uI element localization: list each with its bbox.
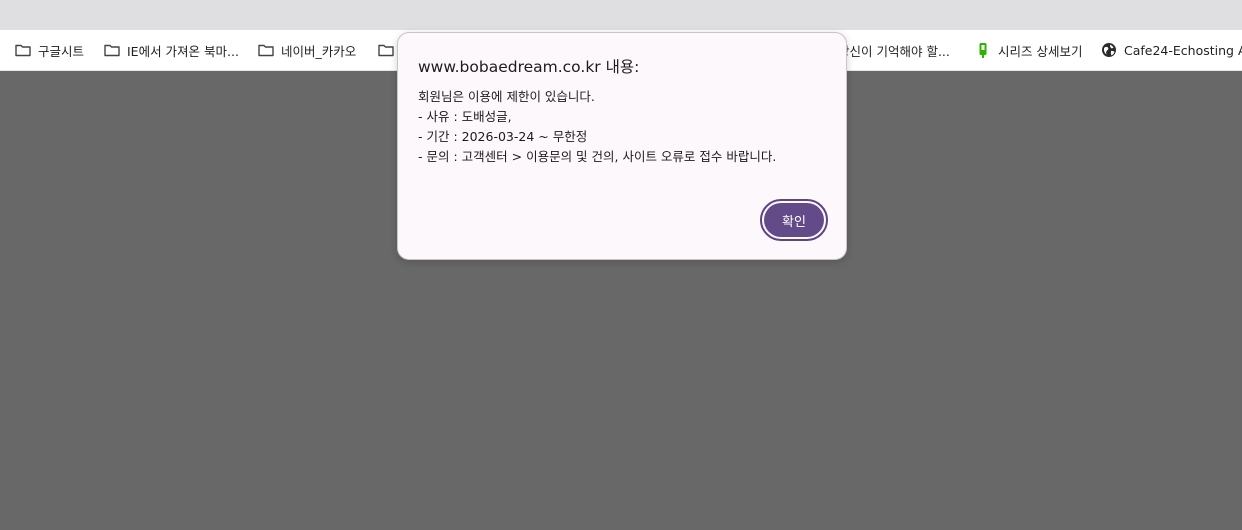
dialog-message-line: - 문의 : 고객센터 > 이용문의 및 건의, 사이트 오류로 접수 바랍니다… <box>418 149 777 164</box>
dialog-message-line: - 사유 : 도배성글, <box>418 109 512 124</box>
ok-button-focus-ring: 확인 <box>760 199 828 241</box>
bookmark-remember[interactable]: 당신이 기억해야 할... <box>838 30 950 70</box>
dialog-message-line: - 기간 : 2026-03-24 ~ 무한정 <box>418 129 588 144</box>
alert-dialog: www.bobaedream.co.kr 내용: 회원님은 이용에 제한이 있습… <box>397 32 847 260</box>
bookmark-series-detail[interactable]: 시리즈 상세보기 <box>974 30 1082 70</box>
dialog-message: 회원님은 이용에 제한이 있습니다. - 사유 : 도배성글, - 기간 : 2… <box>418 87 776 167</box>
dialog-title: www.bobaedream.co.kr 내용: <box>418 58 640 76</box>
folder-icon <box>103 41 121 59</box>
bookmark-folder-google-sheets[interactable]: 구글시트 <box>14 30 84 70</box>
bookmark-label: Cafe24-Echosting A... <box>1124 42 1242 58</box>
browser-tab-strip <box>0 0 1242 30</box>
ok-button[interactable]: 확인 <box>764 203 824 237</box>
series-icon <box>974 41 992 59</box>
folder-icon <box>377 41 395 59</box>
bookmark-label: 당신이 기억해야 할... <box>838 43 950 59</box>
bookmark-label: 구글시트 <box>38 43 85 59</box>
bookmark-folder-ie-imported[interactable]: IE에서 가져온 북마... <box>103 30 239 70</box>
dialog-message-line: 회원님은 이용에 제한이 있습니다. <box>418 89 595 104</box>
globe-icon <box>1100 41 1118 59</box>
bookmark-label: 네이버_카카오 <box>281 43 357 59</box>
bookmark-label: 시리즈 상세보기 <box>998 43 1083 59</box>
bookmark-cafe24[interactable]: Cafe24-Echosting A... <box>1100 30 1242 70</box>
folder-icon <box>14 41 32 59</box>
bookmark-folder-naver-kakao[interactable]: 네이버_카카오 <box>257 30 356 70</box>
bookmark-label: IE에서 가져온 북마... <box>127 43 239 59</box>
folder-icon <box>257 41 275 59</box>
